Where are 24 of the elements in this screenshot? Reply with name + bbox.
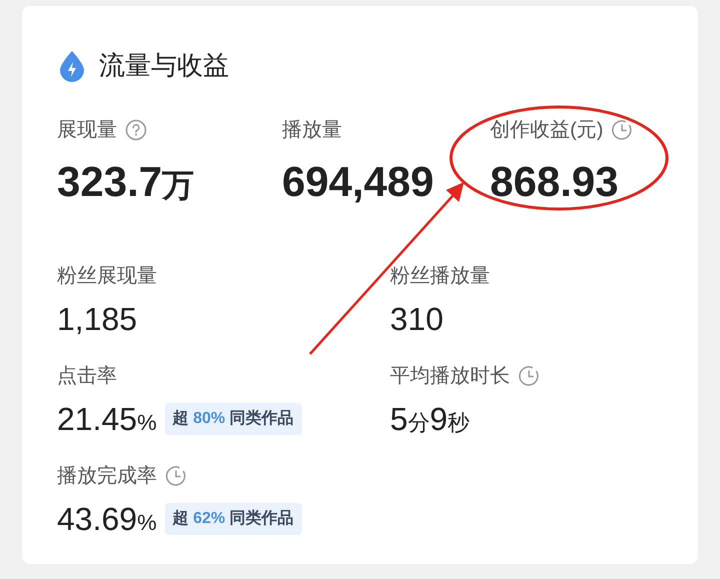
metric-value: 868.93 [490, 161, 620, 203]
lightning-drop-icon [57, 50, 87, 82]
metric-label: 点击率 [57, 364, 117, 389]
comparison-badge: 超 62% 同类作品 [164, 503, 302, 535]
card-title: 流量与收益 [99, 49, 229, 82]
metric-value: 5分9秒 [390, 403, 470, 435]
metric-value: 43.69% [57, 503, 157, 535]
metric-value: 323.7万 [57, 161, 196, 203]
metric-value: 1,185 [57, 303, 138, 335]
metric-label: 粉丝播放量 [390, 264, 490, 289]
clock-icon[interactable] [518, 365, 540, 387]
metric-label: 展现量 [57, 118, 117, 143]
clock-icon[interactable] [165, 465, 187, 487]
clock-icon[interactable] [611, 119, 634, 141]
metric-label: 粉丝展现量 [57, 264, 157, 289]
help-icon[interactable] [125, 119, 147, 141]
metric-value: 21.45% [57, 403, 157, 435]
metric-value: 694,489 [282, 161, 435, 203]
comparison-badge: 超 80% 同类作品 [164, 403, 302, 435]
metric-value: 310 [390, 303, 444, 335]
metric-label: 播放完成率 [57, 464, 157, 489]
metric-label: 平均播放时长 [390, 364, 510, 389]
metric-label: 创作收益(元) [490, 118, 604, 143]
metric-label: 播放量 [282, 118, 342, 143]
